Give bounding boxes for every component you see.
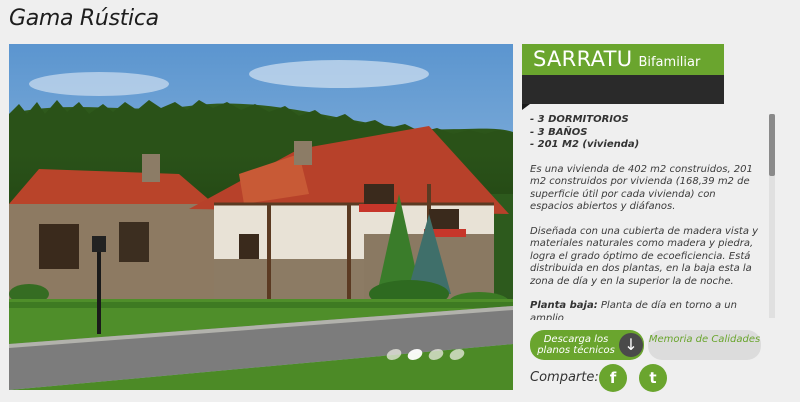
description-scrollbar[interactable]	[769, 114, 775, 318]
slider-dot[interactable]	[426, 349, 446, 360]
scrollbar-thumb[interactable]	[769, 114, 775, 176]
house-photo-image	[9, 44, 513, 390]
description-paragraph-1: Es una vivienda de 402 m2 construidos, 2…	[530, 163, 753, 213]
twitter-icon[interactable]: t	[639, 364, 667, 392]
model-type: Bifamiliar	[638, 55, 701, 70]
feature-area: - 201 M2 (vivienda)	[530, 139, 640, 150]
page: Gama Rústica SARRATU Bifamiliar - 3 DORM…	[0, 0, 800, 402]
slider-dots	[384, 349, 467, 360]
slider-dot[interactable]	[447, 349, 467, 360]
feature-list: - 3 DORMITORIOS - 3 BAÑOS - 201 M2 (vivi…	[530, 114, 760, 152]
planta-baja-label: Planta baja:	[530, 300, 598, 311]
facebook-icon[interactable]: f	[599, 364, 627, 392]
description-paragraph-2: Diseñada con una cubierta de madera vist…	[530, 225, 759, 287]
download-plans-button[interactable]: Descarga los planos técnicos ↓	[530, 330, 644, 360]
feature-bathrooms: - 3 BAÑOS	[530, 126, 588, 138]
house-photo	[9, 44, 513, 390]
feature-bedrooms: - 3 DORMITORIOS	[530, 114, 629, 125]
header-ribbon-fold	[522, 104, 530, 110]
description: - 3 DORMITORIOS - 3 BAÑOS - 201 M2 (vivi…	[530, 114, 760, 320]
header-dark-bar	[522, 75, 724, 104]
model-name: SARRATU	[533, 47, 633, 71]
model-header: SARRATU Bifamiliar	[522, 44, 724, 75]
info-panel: SARRATU Bifamiliar - 3 DORMITORIOS - 3 B…	[522, 44, 777, 392]
download-arrow-icon: ↓	[619, 333, 643, 357]
memoria-calidades-button[interactable]: Memoria de Calidades	[648, 330, 761, 360]
slider-dot-active[interactable]	[405, 349, 425, 360]
planta-baja-paragraph: Planta baja: Planta de día en torno a un…	[530, 300, 760, 320]
download-plans-label: Descarga los planos técnicos	[537, 334, 615, 356]
slider-dot[interactable]	[384, 349, 404, 360]
share-label: Comparte:	[530, 370, 599, 385]
page-title: Gama Rústica	[9, 6, 159, 31]
